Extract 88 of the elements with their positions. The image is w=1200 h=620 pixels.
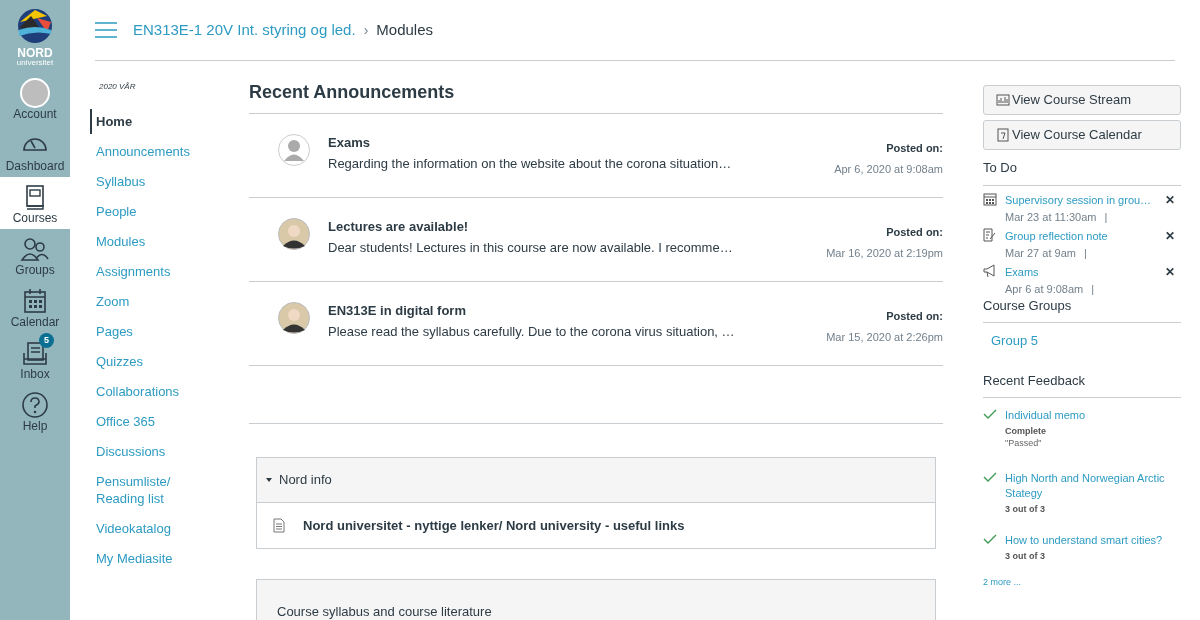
nav-item[interactable]: Calendar: [0, 281, 70, 333]
course-nav-link[interactable]: Collaborations: [90, 379, 200, 404]
avatar-icon: [278, 134, 310, 166]
feedback-status: 3 out of 3: [1005, 503, 1046, 515]
logo-text: NORD: [17, 47, 53, 59]
module-header[interactable]: Course syllabus and course literature: [257, 580, 935, 620]
breadcrumb-current: Modules: [376, 19, 433, 40]
sidebar-heading: To Do: [983, 158, 1181, 186]
course-nav-link[interactable]: Zoom: [90, 289, 200, 314]
feedback-status: 3 out of 3: [1005, 550, 1046, 562]
check-icon: [983, 533, 997, 545]
group-link[interactable]: Group 5: [983, 331, 1181, 351]
posted-date: Apr 6, 2020 at 9:08am: [834, 161, 943, 177]
posted-label: Posted on:: [886, 309, 943, 324]
nav-item[interactable]: Groups: [0, 229, 70, 281]
document-icon: [273, 518, 285, 533]
todo-date: Mar 23 at 11:30am: [1005, 209, 1097, 225]
posted-label: Posted on:: [886, 225, 943, 240]
todo-date: Mar 27 at 9am: [1005, 245, 1076, 261]
breadcrumb-link[interactable]: EN313E-1 20V Int. styring og led.: [133, 18, 356, 42]
check-icon: [983, 471, 997, 483]
nav-item[interactable]: Courses: [0, 177, 70, 229]
more-link[interactable]: 2 more ...: [983, 576, 1181, 590]
caret-icon: [265, 476, 273, 484]
nav-item[interactable]: Account: [0, 73, 70, 125]
breadcrumb-separator: ›: [363, 20, 369, 40]
course-nav-link[interactable]: Pages: [90, 319, 200, 344]
logo-icon: [17, 8, 53, 44]
course-nav-link[interactable]: Quizzes: [90, 349, 200, 374]
dismiss-button[interactable]: ✕: [1165, 191, 1181, 208]
avatar-icon: [278, 218, 310, 250]
check-icon: [983, 408, 997, 420]
course-nav-link[interactable]: Assignments: [90, 259, 200, 284]
calendar-icon: [996, 128, 1010, 142]
separator-mark: |: [1091, 281, 1095, 297]
calendar-icon: [983, 191, 997, 206]
todo-link[interactable]: Exams: [1005, 263, 1157, 280]
course-nav-link[interactable]: People: [90, 199, 200, 224]
module-item-link[interactable]: Nord universitet - nyttige lenker/ Nord university - useful links: [303, 515, 685, 536]
separator-mark: |: [1083, 245, 1087, 261]
avatar-icon: [278, 302, 310, 334]
megaphone-icon: [983, 263, 997, 278]
separator-mark: |: [1104, 209, 1108, 225]
posted-date: Mar 15, 2020 at 2:26pm: [826, 329, 943, 345]
course-nav-link[interactable]: Syllabus: [90, 169, 200, 194]
course-nav-link[interactable]: My Mediasite: [90, 546, 200, 571]
avatar-icon: [20, 78, 50, 108]
course-nav-link[interactable]: Modules: [90, 229, 200, 254]
todo-link[interactable]: Supervisory session in grou…: [1005, 191, 1157, 208]
course-nav-link[interactable]: Announcements: [90, 139, 200, 164]
announcement-title[interactable]: EN313E in digital form: [328, 302, 799, 319]
dismiss-button[interactable]: ✕: [1165, 263, 1181, 280]
sidebar-button[interactable]: View Course Stream: [983, 85, 1181, 115]
sidebar-heading: Course Groups: [983, 295, 1181, 323]
help-icon: [20, 390, 50, 420]
announcement-excerpt: Regarding the information on the website about the corona situation…: [328, 155, 733, 172]
feedback-link[interactable]: How to understand smart cities?: [1005, 533, 1181, 548]
announcement-excerpt: Please read the syllabus carefully. Due to the corona virus situation, …: [328, 323, 736, 340]
todo-date: Apr 6 at 9:08am: [1005, 281, 1084, 297]
course-nav-link[interactable]: Discussions: [90, 439, 200, 464]
announcement-title[interactable]: Exams: [328, 134, 807, 151]
posted-date: Mar 16, 2020 at 2:19pm: [826, 245, 943, 261]
todo-link[interactable]: Group reflection note: [1005, 227, 1157, 244]
course-nav-link[interactable]: Office 365: [90, 409, 200, 434]
nav-item[interactable]: Help: [0, 385, 70, 437]
course-nav-link[interactable]: Home: [90, 109, 200, 134]
nav-item[interactable]: Dashboard: [0, 125, 70, 177]
chart-icon: [996, 93, 1010, 107]
module-header[interactable]: Nord info: [257, 458, 935, 503]
sidebar-heading: Recent Feedback: [983, 370, 1181, 398]
announcement-excerpt: Dear students! Lectures in this course are now available. I recomme…: [328, 239, 734, 256]
note-icon: [983, 227, 997, 242]
dismiss-button[interactable]: ✕: [1165, 227, 1181, 244]
posted-label: Posted on:: [886, 141, 943, 156]
feedback-link[interactable]: Individual memo: [1005, 408, 1181, 423]
feedback-status: Complete: [1005, 425, 1047, 437]
section-heading: Recent Announcements: [249, 79, 943, 114]
announcement-title[interactable]: Lectures are available!: [328, 218, 799, 235]
logo-subtext: universitet: [16, 59, 54, 67]
term-label: 2020 VÅR: [98, 81, 137, 93]
count-badge: 5: [39, 333, 54, 348]
sidebar-button[interactable]: View Course Calendar: [983, 120, 1181, 150]
feedback-link[interactable]: High North and Norwegian Arctic Stategy: [1005, 471, 1181, 501]
nav-item[interactable]: Inbox 5: [0, 333, 70, 385]
course-nav-link[interactable]: Pensumliste/ Reading list: [90, 469, 200, 511]
menu-icon[interactable]: [95, 22, 117, 38]
feedback-comment: "Passed": [1005, 437, 1043, 449]
course-nav-link[interactable]: Videokatalog: [90, 516, 200, 541]
